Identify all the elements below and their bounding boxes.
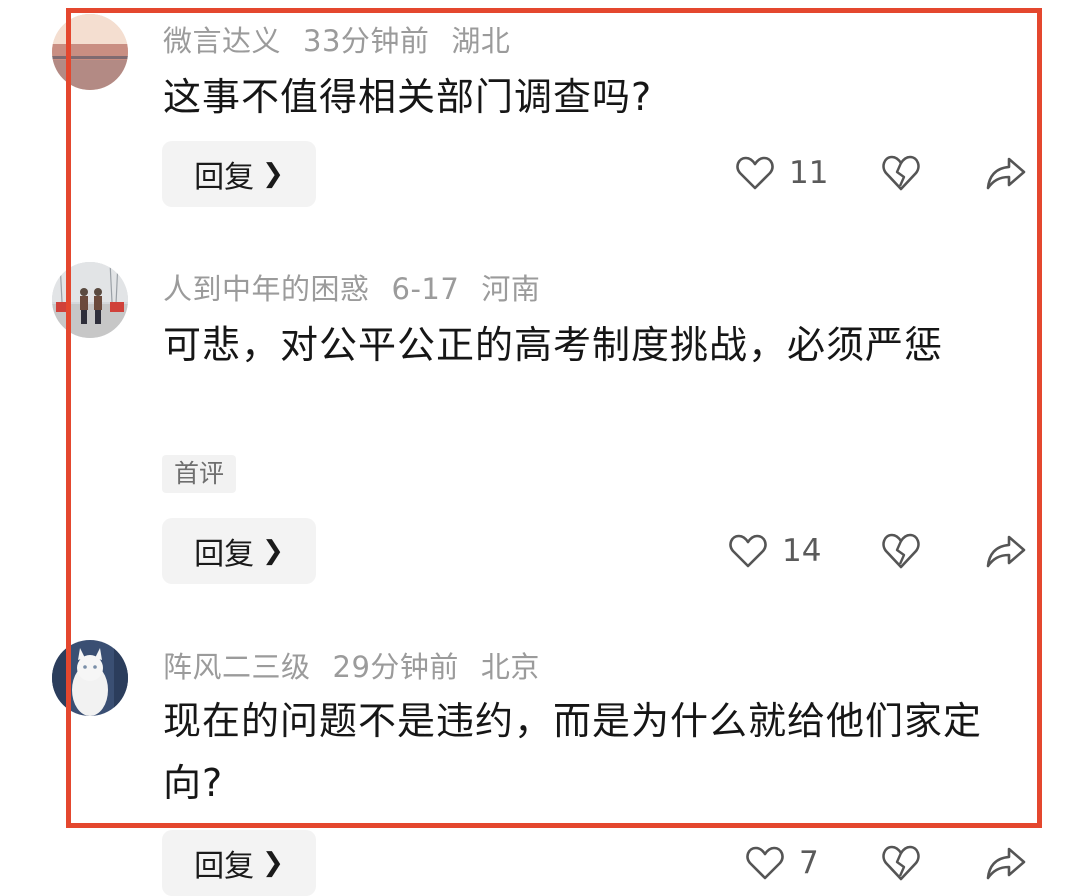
share-arrow-icon — [986, 157, 1026, 190]
reply-button[interactable]: 回复 ❯ — [162, 830, 316, 896]
broken-heart-icon — [882, 845, 920, 881]
comment-meta: 人到中年的困惑 6-17 河南 — [163, 266, 562, 308]
author-name[interactable]: 人到中年的困惑 — [163, 272, 370, 306]
share-arrow-icon — [986, 535, 1026, 568]
author-name[interactable]: 微言达义 — [163, 24, 281, 58]
share-button[interactable] — [985, 153, 1027, 193]
chevron-right-icon: ❯ — [262, 159, 284, 189]
comment-time: 33分钟前 — [303, 24, 430, 58]
comment-text: 可悲，对公平公正的高考制度挑战，必须严惩 — [163, 323, 944, 367]
comment-location: 湖北 — [451, 24, 511, 58]
chevron-right-icon: ❯ — [262, 536, 284, 566]
comment-text: 这事不值得相关部门调查吗? — [163, 75, 653, 119]
dislike-button[interactable] — [880, 843, 922, 883]
reply-label: 回复 — [194, 849, 255, 884]
dislike-button[interactable] — [880, 153, 922, 193]
heart-icon — [736, 156, 774, 190]
like-button[interactable]: 11 — [735, 155, 828, 191]
like-count: 14 — [782, 533, 822, 569]
author-name[interactable]: 阵风二三级 — [163, 650, 311, 684]
avatar[interactable] — [52, 14, 128, 90]
broken-heart-icon — [882, 533, 920, 569]
reply-button[interactable]: 回复 ❯ — [162, 518, 316, 584]
like-button[interactable]: 7 — [745, 845, 819, 881]
reply-label: 回复 — [194, 537, 255, 572]
chevron-right-icon: ❯ — [262, 848, 284, 878]
avatar[interactable] — [52, 640, 128, 716]
comment-time: 6-17 — [391, 272, 460, 306]
comment-text: 现在的问题不是违约，而是为什么就给他们家定向? — [163, 699, 983, 805]
comment-location: 河南 — [481, 272, 541, 306]
reply-label: 回复 — [194, 160, 255, 195]
dislike-button[interactable] — [880, 531, 922, 571]
share-button[interactable] — [985, 531, 1027, 571]
comment-meta: 阵风二三级 29分钟前 北京 — [163, 644, 562, 686]
comment-time: 29分钟前 — [332, 650, 459, 684]
comment-meta: 微言达义 33分钟前 湖北 — [163, 18, 532, 60]
heart-icon — [746, 846, 784, 880]
avatar[interactable] — [52, 262, 128, 338]
broken-heart-icon — [882, 155, 920, 191]
share-button[interactable] — [985, 843, 1027, 883]
like-button[interactable]: 14 — [728, 533, 821, 569]
like-count: 11 — [789, 155, 829, 191]
comment-location: 北京 — [480, 650, 540, 684]
first-comment-badge: 首评 — [162, 455, 237, 493]
heart-icon — [729, 534, 767, 568]
share-arrow-icon — [986, 847, 1026, 880]
like-count: 7 — [799, 845, 819, 881]
reply-button[interactable]: 回复 ❯ — [162, 141, 316, 207]
